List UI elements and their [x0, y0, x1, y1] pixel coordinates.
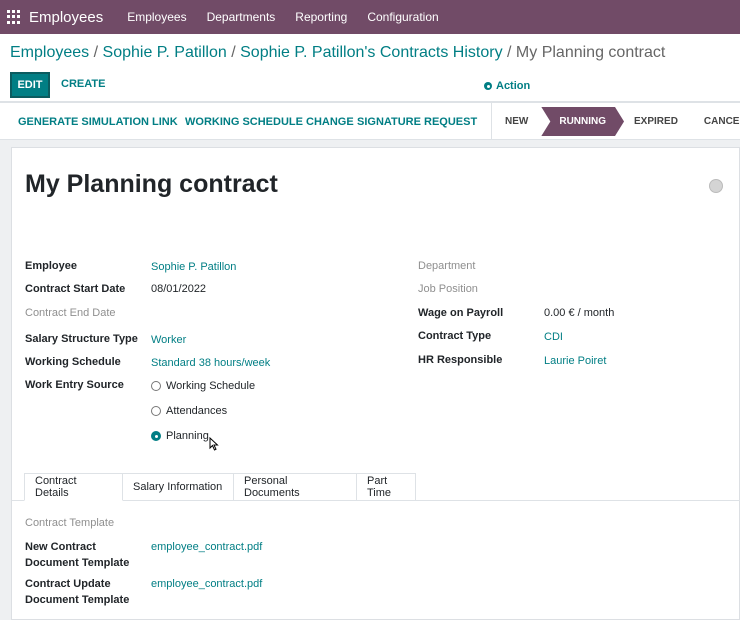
salary-structure-field[interactable]: Worker — [151, 334, 186, 346]
update-doc-label-line2: Document Template — [25, 594, 130, 606]
update-doc-label-line1: Contract Update — [25, 578, 111, 590]
app-grid-icon[interactable] — [7, 10, 21, 24]
edit-button[interactable]: EDIT — [10, 72, 50, 98]
new-doc-template-field[interactable]: employee_contract.pdf — [151, 541, 262, 553]
status-bar: GENERATE SIMULATION LINK WORKING SCHEDUL… — [0, 102, 740, 140]
menu-configuration[interactable]: Configuration — [357, 10, 448, 24]
menu-reporting[interactable]: Reporting — [285, 10, 357, 24]
breadcrumb-employees[interactable]: Employees — [10, 44, 89, 61]
create-button[interactable]: CREATE — [61, 78, 105, 90]
action-label: Action — [496, 80, 531, 92]
new-doc-label-line2: Document Template — [25, 557, 130, 569]
working-schedule-label: Working Schedule — [25, 356, 121, 368]
notebook-tabs: Contract Details Salary Information Pers… — [24, 473, 416, 501]
job-position-label: Job Position — [418, 283, 478, 295]
wage-unit: / month — [577, 307, 615, 319]
working-schedule-field[interactable]: Standard 38 hours/week — [151, 357, 270, 369]
top-navbar: Employees Employees Departments Reportin… — [0, 0, 740, 34]
wage-label: Wage on Payroll — [418, 307, 504, 319]
menu-employees[interactable]: Employees — [117, 10, 196, 24]
breadcrumb-current: My Planning contract — [515, 44, 666, 61]
radio-label: Working Schedule — [166, 380, 256, 392]
generate-simulation-link-button[interactable]: GENERATE SIMULATION LINK — [18, 116, 178, 128]
breadcrumb-separator: / — [507, 44, 512, 61]
new-doc-label-line1: New Contract — [25, 541, 96, 553]
radio-button[interactable] — [151, 381, 161, 391]
tab-salary-information[interactable]: Salary Information — [123, 473, 234, 501]
stage-pipeline: NEW RUNNING EXPIRED CANCELLED — [491, 103, 740, 140]
stage-running[interactable]: RUNNING — [541, 107, 624, 136]
radio-button[interactable] — [151, 406, 161, 416]
work-entry-source-label: Work Entry Source — [25, 379, 124, 391]
gear-icon — [484, 82, 492, 90]
breadcrumb-contracts-history[interactable]: Sophie P. Patillon's Contracts History — [240, 44, 502, 61]
breadcrumb-employee[interactable]: Sophie P. Patillon — [103, 44, 227, 61]
form-sheet: My Planning contract Employee Sophie P. … — [11, 147, 740, 620]
update-doc-template-field[interactable]: employee_contract.pdf — [151, 578, 262, 590]
tab-contract-details[interactable]: Contract Details — [24, 473, 123, 501]
contract-title[interactable]: My Planning contract — [25, 170, 278, 199]
app-name[interactable]: Employees — [29, 9, 103, 26]
signature-request-button[interactable]: SIGNATURE REQUEST — [357, 116, 477, 128]
button-row: EDIT CREATE Action — [0, 68, 740, 101]
hr-responsible-field[interactable]: Laurie Poiret — [544, 355, 606, 367]
contract-template-label: Contract Template — [25, 517, 115, 529]
radio-button-selected[interactable] — [151, 431, 161, 441]
end-date-label: Contract End Date — [25, 307, 116, 319]
employee-field[interactable]: Sophie P. Patillon — [151, 261, 236, 273]
salary-structure-label: Salary Structure Type — [25, 333, 138, 345]
contract-type-label: Contract Type — [418, 330, 492, 342]
start-date-field[interactable]: 08/01/2022 — [151, 283, 206, 295]
wage-value: 0.00 € — [544, 307, 575, 319]
contract-type-field[interactable]: CDI — [544, 331, 563, 343]
radio-attendances[interactable]: Attendances — [151, 405, 227, 417]
tab-part-time[interactable]: Part Time — [357, 473, 416, 501]
action-menu[interactable]: Action — [484, 80, 530, 92]
start-date-label: Contract Start Date — [25, 283, 126, 295]
tab-personal-documents[interactable]: Personal Documents — [234, 473, 357, 501]
employee-label: Employee — [25, 260, 77, 272]
working-schedule-change-button[interactable]: WORKING SCHEDULE CHANGE — [185, 116, 354, 128]
breadcrumb: Employees / Sophie P. Patillon / Sophie … — [0, 34, 740, 68]
menu-departments[interactable]: Departments — [197, 10, 286, 24]
hr-responsible-label: HR Responsible — [418, 354, 503, 366]
stage-expired[interactable]: EXPIRED — [624, 107, 692, 136]
mouse-cursor-icon — [209, 437, 219, 451]
radio-working-schedule[interactable]: Working Schedule — [151, 380, 255, 392]
department-label: Department — [418, 260, 476, 272]
breadcrumb-separator: / — [93, 44, 99, 61]
radio-label: Planning — [166, 430, 209, 442]
stage-new[interactable]: NEW — [492, 107, 541, 136]
wage-field[interactable]: 0.00 € / month — [544, 307, 614, 319]
radio-label: Attendances — [166, 405, 228, 417]
breadcrumb-separator: / — [231, 44, 236, 61]
stage-cancelled[interactable]: CANCELLED — [692, 107, 740, 136]
kanban-state-icon[interactable] — [709, 179, 723, 193]
radio-planning[interactable]: Planning — [151, 430, 209, 442]
control-panel: Employees / Sophie P. Patillon / Sophie … — [0, 34, 740, 102]
